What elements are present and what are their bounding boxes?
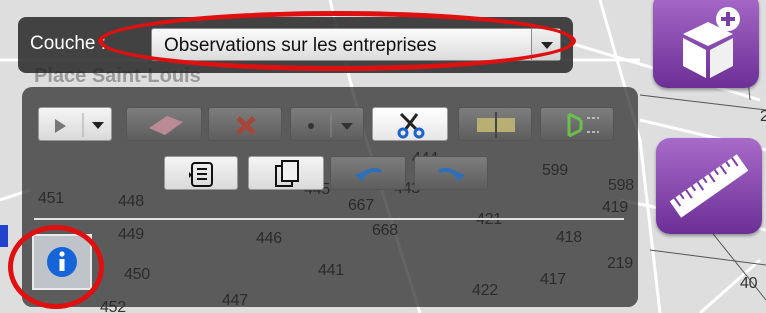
reshape-icon bbox=[567, 112, 599, 138]
eraser-icon bbox=[149, 116, 183, 135]
select-arrow-icon bbox=[55, 113, 104, 137]
cube-plus-icon bbox=[683, 7, 740, 78]
add-object-button[interactable] bbox=[653, 0, 759, 88]
ruler-icon bbox=[669, 154, 749, 218]
point-tool-button[interactable] bbox=[290, 107, 364, 141]
edit-toolbox bbox=[22, 87, 638, 307]
layer-label: Couche : bbox=[30, 33, 107, 54]
redo-icon bbox=[438, 168, 465, 182]
undo-icon bbox=[355, 168, 382, 182]
split-tool-button[interactable] bbox=[458, 107, 532, 141]
parcel-number: 2 bbox=[760, 108, 766, 125]
measure-button[interactable] bbox=[656, 138, 762, 234]
close-icon bbox=[236, 116, 256, 135]
select-tool-button[interactable] bbox=[38, 107, 112, 141]
reshape-tool-button[interactable] bbox=[540, 107, 614, 141]
parcel-number: 40 bbox=[740, 275, 758, 292]
copy-tool-button[interactable] bbox=[248, 156, 324, 190]
point-icon bbox=[308, 113, 353, 137]
undo-tool-button[interactable] bbox=[330, 156, 406, 190]
annotation-ellipse-info bbox=[8, 225, 104, 309]
scissors-icon bbox=[397, 112, 425, 139]
split-icon bbox=[477, 112, 515, 138]
delete-tool-button[interactable] bbox=[208, 107, 282, 141]
copy-icon bbox=[275, 160, 299, 187]
attributes-tool-button[interactable] bbox=[164, 156, 238, 190]
annotation-ellipse-layer bbox=[98, 11, 576, 71]
toolbox-divider bbox=[34, 218, 624, 220]
cut-tool-button[interactable] bbox=[372, 107, 448, 141]
eraser-tool-button[interactable] bbox=[126, 107, 202, 141]
redo-tool-button[interactable] bbox=[414, 156, 488, 190]
list-icon bbox=[189, 162, 213, 187]
